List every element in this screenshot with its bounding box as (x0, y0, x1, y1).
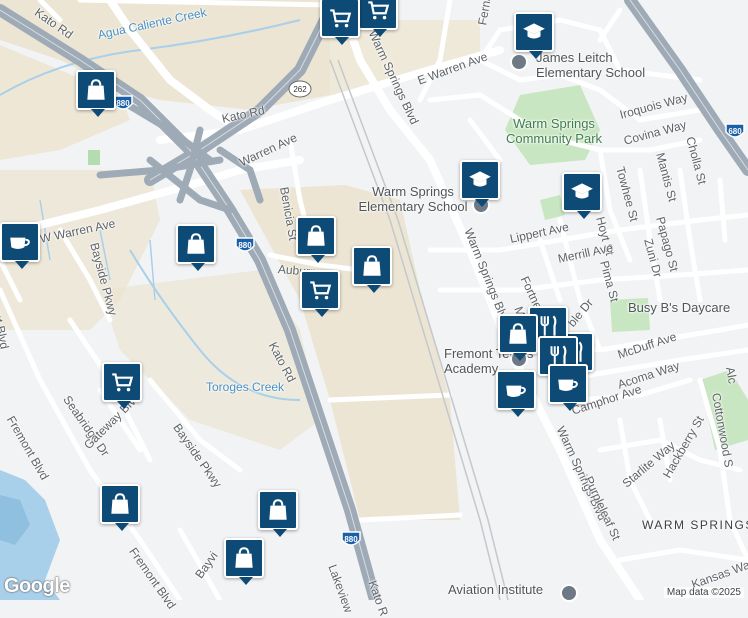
shopping-bag-pin-icon[interactable] (296, 216, 336, 263)
coffee-cup-pin-icon[interactable] (496, 370, 536, 417)
school-pin-icon[interactable] (562, 172, 602, 219)
interstate-880-shield-icon: 880 (235, 237, 255, 252)
district-label-warm-springs: WARM SPRINGS (642, 518, 748, 532)
highway-number: 262 (293, 85, 307, 94)
shopping-bag-pin-icon[interactable] (224, 538, 264, 585)
google-logo[interactable]: Google (4, 575, 70, 598)
shopping-bag-pin-icon[interactable] (176, 224, 216, 271)
shopping-bag-pin-icon[interactable] (76, 70, 116, 117)
shopping-cart-pin-icon[interactable] (358, 0, 398, 37)
shopping-bag-pin-icon[interactable] (352, 246, 392, 293)
highway-number: 680 (728, 127, 742, 136)
shopping-bag-pin-icon[interactable] (498, 314, 538, 361)
shopping-bag-pin-icon[interactable] (258, 490, 298, 537)
place-label-aviation-institute[interactable]: Aviation Institute (448, 582, 543, 597)
shopping-bag-pin-icon[interactable] (100, 484, 140, 531)
place-label-warm-springs-park[interactable]: Warm Springs Community Park (504, 116, 604, 146)
place-label-warm-springs-elementary[interactable]: Warm Springs Elementary School (348, 184, 478, 214)
school-place-dot-icon[interactable] (510, 53, 528, 71)
school-pin-icon[interactable] (460, 160, 500, 207)
coffee-cup-pin-icon[interactable] (0, 222, 40, 269)
shopping-cart-pin-icon[interactable] (300, 270, 340, 317)
shopping-cart-pin-icon[interactable] (102, 362, 142, 409)
highway-number: 880 (116, 99, 130, 108)
highway-number: 880 (344, 535, 358, 544)
school-pin-icon[interactable] (514, 12, 554, 59)
interstate-880-shield-icon: 880 (341, 531, 361, 546)
map-attribution[interactable]: Map data ©2025 (663, 587, 744, 598)
highway-number: 880 (238, 241, 252, 250)
coffee-cup-pin-icon[interactable] (548, 364, 588, 411)
street-label-alc: Alc (723, 365, 740, 385)
route-262-shield-icon: 262 (288, 80, 312, 98)
place-label-busy-bs-daycare[interactable]: Busy B's Daycare (628, 300, 730, 315)
place-label-james-leitch[interactable]: James Leitch Elementary School (536, 50, 676, 80)
shopping-cart-pin-icon[interactable] (320, 0, 360, 45)
interstate-680-shield-icon: 680 (725, 123, 745, 138)
aviation-place-dot-icon[interactable] (560, 584, 578, 602)
creek-label-toroges: Toroges Creek (206, 380, 285, 394)
